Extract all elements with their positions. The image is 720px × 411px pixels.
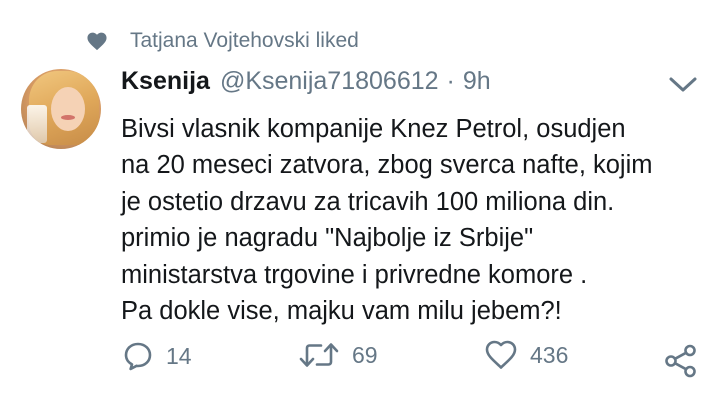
tweet-text-line: ministarstva trgovine i privredne komore… [121, 260, 588, 289]
like-button[interactable]: 436 [484, 340, 568, 370]
tweet-header: Ksenija @Ksenija71806612 · 9h [121, 67, 491, 96]
tweet-text: Bivsi vlasnik kompanije Knez Petrol, osu… [121, 111, 711, 329]
heart-icon [87, 32, 107, 51]
tweet-text-line: Bivsi vlasnik kompanije Knez Petrol, osu… [121, 115, 626, 143]
like-count: 436 [530, 341, 569, 368]
author-name[interactable]: Ksenija [121, 67, 210, 96]
retweet-count: 69 [352, 341, 378, 368]
share-icon [665, 344, 696, 378]
author-handle[interactable]: @Ksenija71806612 [220, 67, 439, 96]
avatar[interactable] [21, 69, 101, 149]
social-context-text: Tatjana Vojtehovski liked [130, 29, 359, 52]
retweet-button[interactable]: 69 [298, 340, 378, 370]
social-context[interactable]: Tatjana Vojtehovski liked [86, 29, 359, 53]
retweet-icon [299, 343, 339, 367]
tweet-text-line: na 20 meseci zatvora, zbog sverca nafte,… [121, 151, 653, 180]
tweet-actions: 14 69 436 [0, 340, 720, 380]
tweet-timestamp[interactable]: 9h [463, 67, 491, 96]
chevron-down-icon[interactable] [668, 76, 698, 94]
tweet-text-line: primio je nagradu "Najbolje iz Srbije" [121, 224, 534, 253]
share-button[interactable] [664, 344, 698, 378]
separator-dot: · [446, 67, 455, 95]
reply-button[interactable]: 14 [122, 340, 192, 372]
tweet-text-line: Pa dokle vise, majku vam milu jebem?! [121, 297, 562, 326]
reply-count: 14 [166, 342, 192, 369]
reply-icon [124, 342, 152, 371]
like-icon [485, 340, 517, 369]
tweet-text-line: je ostetio drzavu za tricavih 100 milion… [121, 187, 615, 216]
